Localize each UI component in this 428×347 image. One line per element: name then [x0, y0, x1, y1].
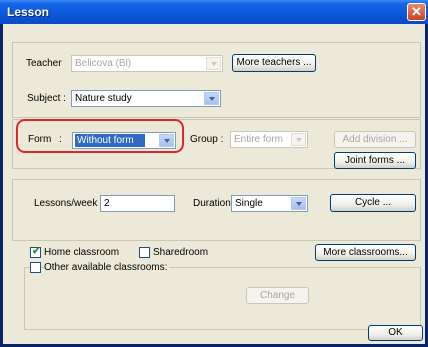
form-select[interactable]: Without form — [72, 132, 176, 149]
group-value: Entire form — [234, 134, 283, 145]
form-value: Without form — [75, 134, 145, 147]
chevron-down-icon — [204, 92, 219, 105]
duration-select[interactable]: Single — [231, 195, 308, 212]
lessons-week-value: 2 — [104, 198, 110, 209]
subject-value: Nature study — [75, 93, 132, 104]
sharedroom-label: Sharedroom — [153, 247, 209, 258]
lessons-week-label: Lessons/week : — [34, 198, 103, 209]
window-title: Lesson — [7, 5, 50, 19]
home-classroom-checkbox[interactable]: ✔ — [30, 246, 41, 258]
lessons-week-input[interactable]: 2 — [100, 195, 175, 212]
add-division-button[interactable]: Add division ... — [334, 131, 416, 148]
chevron-down-icon — [291, 197, 306, 210]
duration-label: Duration — [193, 198, 231, 209]
other-classrooms-group — [24, 267, 421, 330]
duration-value: Single — [235, 198, 263, 209]
lesson-dialog: Lesson ✕ Teacher Belicova (Bl) More teac… — [0, 0, 428, 347]
home-classroom-label: Home classroom — [44, 247, 120, 258]
cycle-button[interactable]: Cycle ... — [330, 194, 416, 212]
more-classrooms-button[interactable]: More classrooms... — [315, 244, 416, 261]
dialog-body: Teacher Belicova (Bl) More teachers ... … — [3, 24, 425, 344]
chevron-down-icon — [159, 134, 174, 147]
title-bar[interactable]: Lesson ✕ — [0, 0, 428, 24]
form-label-colon: : — [59, 134, 62, 145]
teacher-label: Teacher — [26, 58, 62, 69]
teacher-select[interactable]: Belicova (Bl) — [71, 55, 223, 72]
chevron-down-icon — [291, 133, 306, 146]
teacher-value: Belicova (Bl) — [75, 58, 132, 69]
change-button[interactable]: Change — [246, 287, 309, 304]
ok-button[interactable]: OK — [368, 325, 423, 341]
form-label: Form — [28, 134, 52, 145]
checkmark-icon: ✔ — [32, 246, 41, 257]
group-label: Group : — [190, 134, 224, 145]
chevron-down-icon — [206, 57, 221, 70]
subject-select[interactable]: Nature study — [71, 90, 221, 107]
close-button[interactable]: ✕ — [407, 3, 426, 21]
other-classrooms-label: Other available classrooms: — [44, 262, 170, 273]
joint-forms-button[interactable]: Joint forms ... — [334, 152, 416, 169]
sharedroom-checkbox[interactable] — [139, 247, 150, 258]
group-select[interactable]: Entire form — [230, 131, 308, 148]
subject-label: Subject : — [27, 93, 66, 104]
more-teachers-button[interactable]: More teachers ... — [232, 54, 316, 72]
other-classrooms-checkbox[interactable] — [30, 262, 41, 273]
